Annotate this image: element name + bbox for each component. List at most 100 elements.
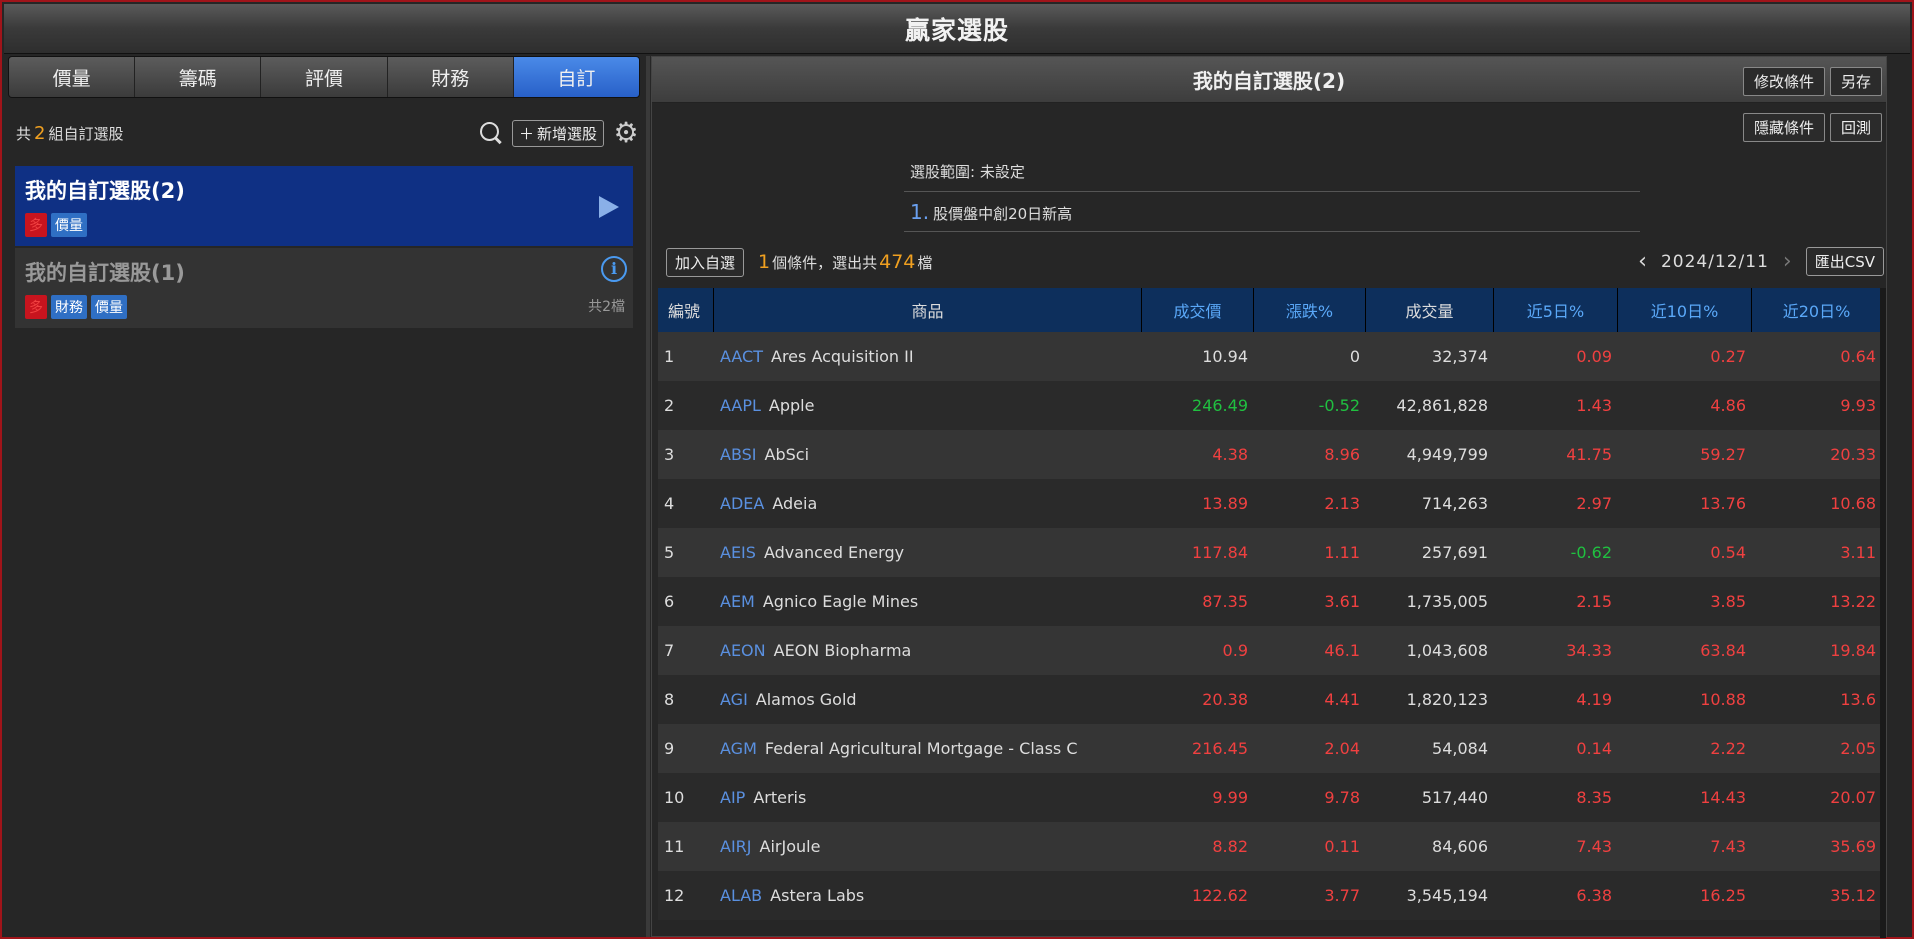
group-item[interactable]: 我的自訂選股(1) 多 財務 價量 i 共2檔 [15, 248, 633, 328]
d5-cell: 0.14 [1576, 739, 1612, 758]
play-icon[interactable] [599, 196, 619, 218]
stock-symbol[interactable]: AAPL [720, 396, 761, 415]
hide-conditions-button[interactable]: 隱藏條件 [1742, 113, 1825, 142]
result-mid-text: 個條件，選出共 [772, 254, 878, 272]
stock-symbol[interactable]: AGM [720, 739, 757, 758]
gear-icon[interactable]: ⚙ [612, 119, 640, 147]
table-row[interactable]: 9 AGM Federal Agricultural Mortgage - Clas… [658, 724, 1882, 773]
stock-symbol[interactable]: AIRJ [720, 837, 752, 856]
d5-cell: 2.15 [1576, 592, 1612, 611]
stock-symbol[interactable]: AEIS [720, 543, 756, 562]
volume-cell: 257,691 [1421, 543, 1488, 562]
d20-cell: 13.6 [1840, 690, 1876, 709]
backtest-button[interactable]: 回測 [1829, 113, 1882, 142]
chevron-right-icon[interactable]: › [1783, 249, 1792, 274]
tag-financial: 財務 [51, 295, 87, 319]
change-cell: 4.41 [1324, 690, 1360, 709]
stock-symbol[interactable]: AEM [720, 592, 755, 611]
info-icon[interactable]: i [601, 256, 627, 282]
col-product[interactable]: 商品 [714, 288, 1142, 332]
d10-cell: 2.22 [1710, 739, 1746, 758]
modify-conditions-button[interactable]: 修改條件 [1742, 67, 1825, 96]
stock-symbol[interactable]: AEON [720, 641, 766, 660]
export-csv-button[interactable]: 匯出CSV [1805, 247, 1884, 276]
tab-chips[interactable]: 籌碼 [135, 57, 262, 97]
product-cell: AIP Arteris [714, 788, 1142, 807]
d10-cell: 59.27 [1700, 445, 1746, 464]
stock-name: Alamos Gold [755, 690, 857, 709]
plus-icon: ＋ [518, 124, 534, 143]
stock-name: Ares Acquisition II [771, 347, 914, 366]
product-cell: AIRJ AirJoule [714, 837, 1142, 856]
stock-symbol[interactable]: ABSI [720, 445, 757, 464]
tab-financial[interactable]: 財務 [387, 57, 514, 97]
tab-custom[interactable]: 自訂 [513, 57, 639, 97]
table-row[interactable]: 3 ABSI AbSci 4.38 8.96 4,949,799 41.75 59.27 20.… [658, 430, 1882, 479]
row-number: 8 [664, 690, 675, 709]
add-group-button[interactable]: ＋新增選股 [511, 119, 604, 147]
group-item-selected[interactable]: 我的自訂選股(2) 多 價量 [15, 166, 633, 246]
col-5d-pct[interactable]: 近5日% [1494, 288, 1618, 332]
price-cell: 4.38 [1212, 445, 1248, 464]
price-cell: 0.9 [1222, 641, 1248, 660]
table-row[interactable]: 8 AGI Alamos Gold 20.38 4.41 1,820,123 4.19 10.… [658, 675, 1882, 724]
row-number: 10 [664, 788, 685, 807]
product-cell: AAPL Apple [714, 396, 1142, 415]
product-cell: ALAB Astera Labs [714, 886, 1142, 905]
stock-name: Advanced Energy [763, 543, 905, 562]
product-cell: ADEA Adeia [714, 494, 1142, 513]
table-row[interactable]: 2 AAPL Apple 246.49 -0.52 42,861,828 1.43 4.86 9… [658, 381, 1882, 430]
d20-cell: 0.64 [1840, 347, 1876, 366]
table-row[interactable]: 1 AACT Ares Acquisition II 10.94 0 32,374 0.09… [658, 332, 1882, 381]
table-row[interactable]: 4 ADEA Adeia 13.89 2.13 714,263 2.97 13.76 10.68 [658, 479, 1882, 528]
d10-cell: 14.43 [1700, 788, 1746, 807]
table-row[interactable]: 12 ALAB Astera Labs 122.62 3.77 3,545,194 6.38… [658, 871, 1882, 920]
add-to-watchlist-button[interactable]: 加入自選 [666, 247, 745, 277]
panel-divider[interactable] [646, 56, 650, 937]
col-20d-pct[interactable]: 近20日% [1752, 288, 1882, 332]
group-total: 共2檔 [588, 299, 625, 315]
price-cell: 122.62 [1192, 886, 1248, 905]
price-cell: 216.45 [1192, 739, 1248, 758]
table-row[interactable]: 10 AIP Arteris 9.99 9.78 517,440 8.35 14.43 20.0… [658, 773, 1882, 822]
chevron-left-icon[interactable]: ‹ [1638, 249, 1647, 274]
col-volume[interactable]: 成交量 [1366, 288, 1494, 332]
table-row[interactable]: 7 AEON AEON Biopharma 0.9 46.1 1,043,608 34.33… [658, 626, 1882, 675]
result-summary: 1 個條件，選出共 474 檔 [756, 251, 932, 273]
search-icon[interactable] [478, 120, 504, 146]
tab-price-volume[interactable]: 價量 [9, 57, 136, 97]
stock-symbol[interactable]: AIP [720, 788, 745, 807]
tab-valuation[interactable]: 評價 [261, 57, 388, 97]
d5-cell: 41.75 [1566, 445, 1612, 464]
table-row[interactable]: 5 AEIS Advanced Energy 117.84 1.11 257,691 -0.… [658, 528, 1882, 577]
change-cell: 0.11 [1324, 837, 1360, 856]
result-count: 474 [879, 251, 916, 273]
change-cell: 0 [1349, 347, 1360, 366]
col-10d-pct[interactable]: 近10日% [1618, 288, 1752, 332]
row-number: 3 [664, 445, 675, 464]
group-name: 我的自訂選股(2) [25, 179, 185, 203]
table-row[interactable]: 11 AIRJ AirJoule 8.82 0.11 84,606 7.43 7.43 35.6… [658, 822, 1882, 871]
table-row[interactable]: 6 AEM Agnico Eagle Mines 87.35 3.61 1,735,005… [658, 577, 1882, 626]
stock-name: Agnico Eagle Mines [762, 592, 919, 611]
add-group-label: 新增選股 [536, 124, 597, 143]
category-tabs: 價量 籌碼 評價 財務 自訂 [8, 56, 640, 98]
d5-cell: 0.09 [1576, 347, 1612, 366]
col-price[interactable]: 成交價 [1142, 288, 1254, 332]
group-tools: ＋新增選股 ⚙ [478, 119, 640, 147]
stock-symbol[interactable]: AGI [720, 690, 748, 709]
save-as-button[interactable]: 另存 [1829, 67, 1882, 96]
tag-price-volume: 價量 [91, 295, 127, 319]
change-cell: 3.77 [1324, 886, 1360, 905]
change-cell: 8.96 [1324, 445, 1360, 464]
stock-name: AbSci [764, 445, 810, 464]
stock-symbol[interactable]: ADEA [720, 494, 764, 513]
table-scrollbar[interactable] [1880, 288, 1886, 938]
row-number: 6 [664, 592, 675, 611]
d10-cell: 13.76 [1700, 494, 1746, 513]
volume-cell: 54,084 [1432, 739, 1488, 758]
stock-symbol[interactable]: AACT [720, 347, 763, 366]
col-number[interactable]: 編號 [658, 288, 714, 332]
stock-symbol[interactable]: ALAB [720, 886, 762, 905]
col-change-pct[interactable]: 漲跌% [1254, 288, 1366, 332]
